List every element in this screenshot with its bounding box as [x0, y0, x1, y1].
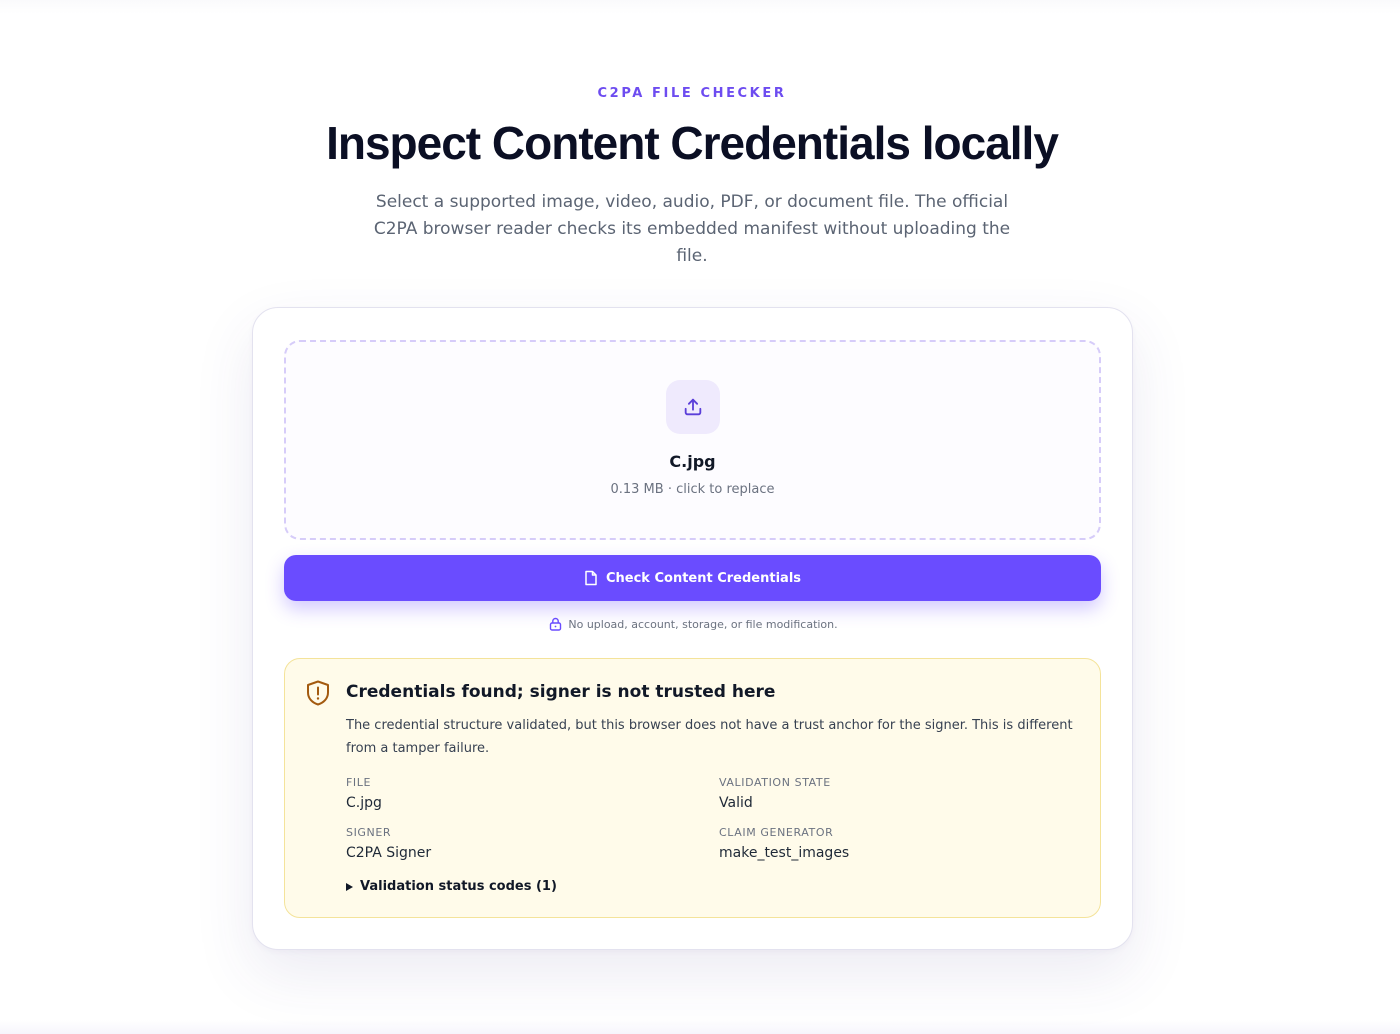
disclosure-triangle-icon — [346, 882, 353, 891]
signer-value: C2PA Signer — [346, 845, 432, 861]
document-icon — [584, 570, 598, 586]
lock-icon — [549, 617, 562, 631]
check-credentials-button[interactable]: Check Content Credentials — [284, 555, 1101, 601]
validation-state-value: Valid — [719, 795, 753, 811]
file-field-value: C.jpg — [346, 795, 382, 811]
signer-label: SIGNER — [346, 826, 392, 839]
shield-alert-icon — [305, 679, 331, 707]
result-panel: Credentials found; signer is not trusted… — [284, 658, 1101, 918]
validation-state-label: VALIDATION STATE — [719, 776, 831, 789]
file-field-label: FILE — [346, 776, 372, 789]
page: C2PA FILE CHECKER Inspect Content Creden… — [0, 0, 1400, 1034]
selected-file-name: C.jpg — [669, 452, 716, 471]
privacy-note: No upload, account, storage, or file mod… — [253, 617, 1134, 631]
privacy-text: No upload, account, storage, or file mod… — [568, 617, 838, 631]
page-subtitle: Select a supported image, video, audio, … — [373, 192, 1011, 266]
claim-generator-value: make_test_images — [719, 845, 850, 861]
page-title: Inspect Content Credentials locally — [326, 117, 1059, 169]
validation-codes-toggle[interactable]: Validation status codes (1) — [346, 879, 557, 894]
checker-card: C.jpg 0.13 MB · click to replace Check C… — [252, 307, 1133, 950]
result-title: Credentials found; signer is not trusted… — [346, 682, 776, 702]
result-description: The credential structure validated, but … — [346, 718, 1073, 756]
eyebrow-label: C2PA FILE CHECKER — [597, 86, 787, 101]
claim-generator-label: CLAIM GENERATOR — [719, 826, 834, 839]
check-credentials-label: Check Content Credentials — [605, 570, 802, 586]
upload-icon — [666, 380, 720, 434]
selected-file-meta: 0.13 MB · click to replace — [610, 482, 775, 497]
file-dropzone[interactable]: C.jpg 0.13 MB · click to replace — [284, 340, 1101, 540]
validation-codes-label: Validation status codes (1) — [360, 879, 557, 894]
